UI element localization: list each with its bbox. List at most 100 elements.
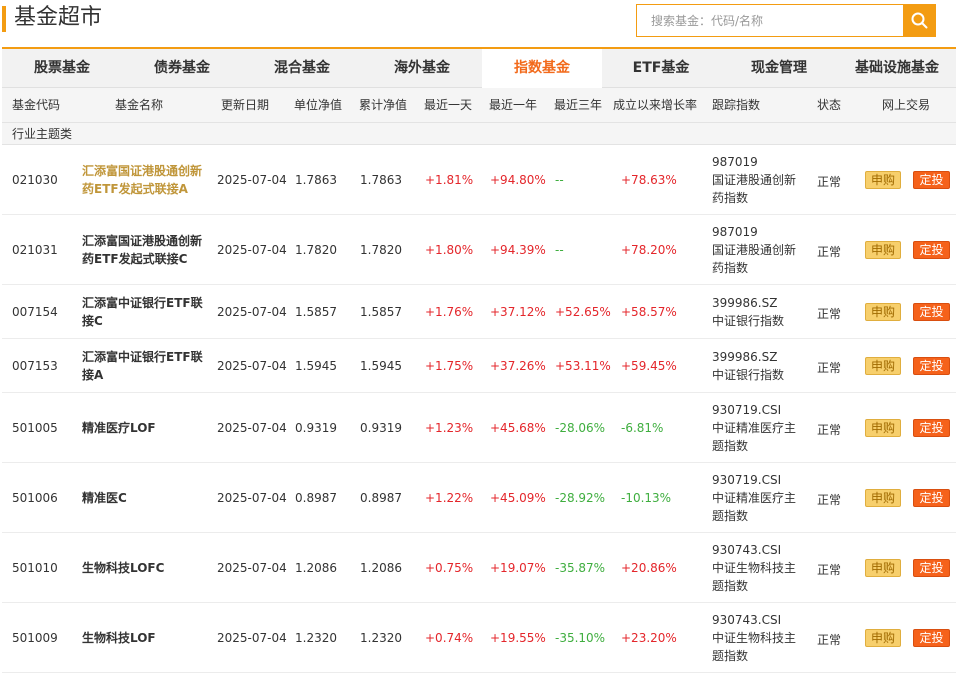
- tracking-index: 930743.CSI 中证生物科技主题指数: [712, 541, 806, 595]
- table-row: 007153 汇添富中证银行ETF联接A 2025-07-04 1.5945 1.594…: [2, 339, 956, 393]
- tracking-index: 399986.SZ 中证银行指数: [712, 294, 806, 330]
- change-since-inception: +59.45%: [621, 359, 677, 373]
- fund-name-link[interactable]: 精准医C: [82, 489, 210, 507]
- tracking-index: 930743.CSI 中证生物科技主题指数: [712, 611, 806, 665]
- tracking-index-code: 399986.SZ: [712, 296, 778, 310]
- tracking-index-name: 国证港股通创新药指数: [712, 243, 797, 275]
- fund-status: 正常: [817, 423, 842, 437]
- search-input[interactable]: [637, 5, 904, 36]
- fund-name-link[interactable]: 汇添富中证银行ETF联接A: [82, 348, 210, 384]
- buy-button[interactable]: 申购: [865, 629, 901, 647]
- column-header-11: 网上交易: [882, 98, 931, 112]
- table-row: 021031 汇添富国证港股通创新药ETF发起式联接C 2025-07-04 1.78…: [2, 215, 956, 285]
- fund-name-link[interactable]: 精准医疗LOF: [82, 419, 210, 437]
- tracking-index-code: 987019: [712, 155, 758, 169]
- accumulated-nav: 1.5945: [360, 359, 402, 373]
- fund-name-link[interactable]: 汇添富中证银行ETF联接C: [82, 294, 210, 330]
- column-header-3: 单位净值: [294, 98, 343, 112]
- search-button[interactable]: [903, 4, 936, 37]
- change-since-inception: +78.20%: [621, 243, 677, 257]
- table-row: 007154 汇添富中证银行ETF联接C 2025-07-04 1.5857 1.585…: [2, 285, 956, 339]
- tracking-index-code: 930743.CSI: [712, 543, 782, 557]
- fund-name-link[interactable]: 汇添富国证港股通创新药ETF发起式联接A: [82, 162, 210, 198]
- fund-status: 正常: [817, 245, 842, 259]
- tab-7[interactable]: 基础设施基金: [838, 49, 956, 88]
- change-3y: +52.65%: [555, 305, 611, 319]
- fund-name-link[interactable]: 生物科技LOF: [82, 629, 210, 647]
- group-row: 行业主题类: [2, 123, 956, 145]
- tracking-index-name: 中证精准医疗主题指数: [712, 491, 797, 523]
- table-header: 基金代码 基金名称 更新日期 单位净值 累计净值 最近一天 最近一年 最近三年 成立以来增长率跟…: [2, 88, 956, 123]
- buy-button[interactable]: 申购: [865, 489, 901, 507]
- tracking-index: 987019 国证港股通创新药指数: [712, 153, 806, 207]
- tab-5[interactable]: ETF基金: [602, 49, 720, 88]
- buy-button[interactable]: 申购: [865, 241, 901, 259]
- change-since-inception: +20.86%: [621, 561, 677, 575]
- buy-button[interactable]: 申购: [865, 171, 901, 189]
- fund-code: 021031: [12, 243, 58, 257]
- tab-4[interactable]: 指数基金: [482, 49, 602, 90]
- tab-3[interactable]: 海外基金: [362, 49, 482, 88]
- fixed-investment-button[interactable]: 定投: [913, 629, 950, 647]
- tracking-index-code: 930719.CSI: [712, 473, 782, 487]
- update-date: 2025-07-04: [217, 173, 287, 187]
- fund-code: 501005: [12, 421, 58, 435]
- column-header-0: 基金代码: [12, 98, 61, 112]
- fixed-investment-button[interactable]: 定投: [913, 489, 950, 507]
- unit-nav: 1.5945: [295, 359, 337, 373]
- fund-name-link[interactable]: 汇添富国证港股通创新药ETF发起式联接C: [82, 232, 210, 268]
- change-1y: +45.09%: [490, 491, 546, 505]
- change-since-inception: +78.63%: [621, 173, 677, 187]
- change-since-inception: +58.57%: [621, 305, 677, 319]
- tracking-index-name: 中证银行指数: [712, 368, 785, 382]
- buy-button[interactable]: 申购: [865, 419, 901, 437]
- change-since-inception: -6.81%: [621, 421, 664, 435]
- fixed-investment-button[interactable]: 定投: [913, 241, 950, 259]
- change-3y: -28.92%: [555, 491, 606, 505]
- table-row: 501010 生物科技LOFC 2025-07-04 1.2086 1.2086 +0.7…: [2, 533, 956, 603]
- tab-0[interactable]: 股票基金: [2, 49, 122, 88]
- buy-button[interactable]: 申购: [865, 559, 901, 577]
- fixed-investment-button[interactable]: 定投: [913, 171, 950, 189]
- update-date: 2025-07-04: [217, 561, 287, 575]
- accumulated-nav: 1.7820: [360, 243, 402, 257]
- change-3y: +53.11%: [555, 359, 611, 373]
- unit-nav: 1.7863: [295, 173, 337, 187]
- column-header-10: 状态: [817, 98, 842, 112]
- change-since-inception: -10.13%: [621, 491, 672, 505]
- fund-code: 501006: [12, 491, 58, 505]
- table-row: 021030 汇添富国证港股通创新药ETF发起式联接A 2025-07-04 1.78…: [2, 145, 956, 215]
- search-box[interactable]: [636, 4, 904, 37]
- tracking-index-code: 930719.CSI: [712, 403, 782, 417]
- change-1d: +1.81%: [425, 173, 474, 187]
- tab-6[interactable]: 现金管理: [720, 49, 838, 88]
- group-label: 行业主题类: [12, 127, 73, 141]
- fund-status: 正常: [817, 175, 842, 189]
- fixed-investment-button[interactable]: 定投: [913, 357, 950, 375]
- fund-code: 007154: [12, 305, 58, 319]
- fund-status: 正常: [817, 563, 842, 577]
- update-date: 2025-07-04: [217, 243, 287, 257]
- update-date: 2025-07-04: [217, 359, 287, 373]
- accumulated-nav: 1.5857: [360, 305, 402, 319]
- tracking-index-name: 中证精准医疗主题指数: [712, 421, 797, 453]
- change-1y: +45.68%: [490, 421, 546, 435]
- column-header-8: 成立以来增长率: [613, 98, 698, 112]
- fixed-investment-button[interactable]: 定投: [913, 419, 950, 437]
- column-header-2: 更新日期: [221, 98, 270, 112]
- fixed-investment-button[interactable]: 定投: [913, 303, 950, 321]
- update-date: 2025-07-04: [217, 305, 287, 319]
- buy-button[interactable]: 申购: [865, 303, 901, 321]
- fund-status: 正常: [817, 493, 842, 507]
- tab-2[interactable]: 混合基金: [242, 49, 362, 88]
- tracking-index-code: 930743.CSI: [712, 613, 782, 627]
- tracking-index-name: 国证港股通创新药指数: [712, 173, 797, 205]
- fund-name-link[interactable]: 生物科技LOFC: [82, 559, 210, 577]
- change-1y: +19.07%: [490, 561, 546, 575]
- fixed-investment-button[interactable]: 定投: [913, 559, 950, 577]
- accumulated-nav: 1.2086: [360, 561, 402, 575]
- change-1d: +1.76%: [425, 305, 474, 319]
- buy-button[interactable]: 申购: [865, 357, 901, 375]
- change-since-inception: +23.20%: [621, 631, 677, 645]
- tab-1[interactable]: 债券基金: [122, 49, 242, 88]
